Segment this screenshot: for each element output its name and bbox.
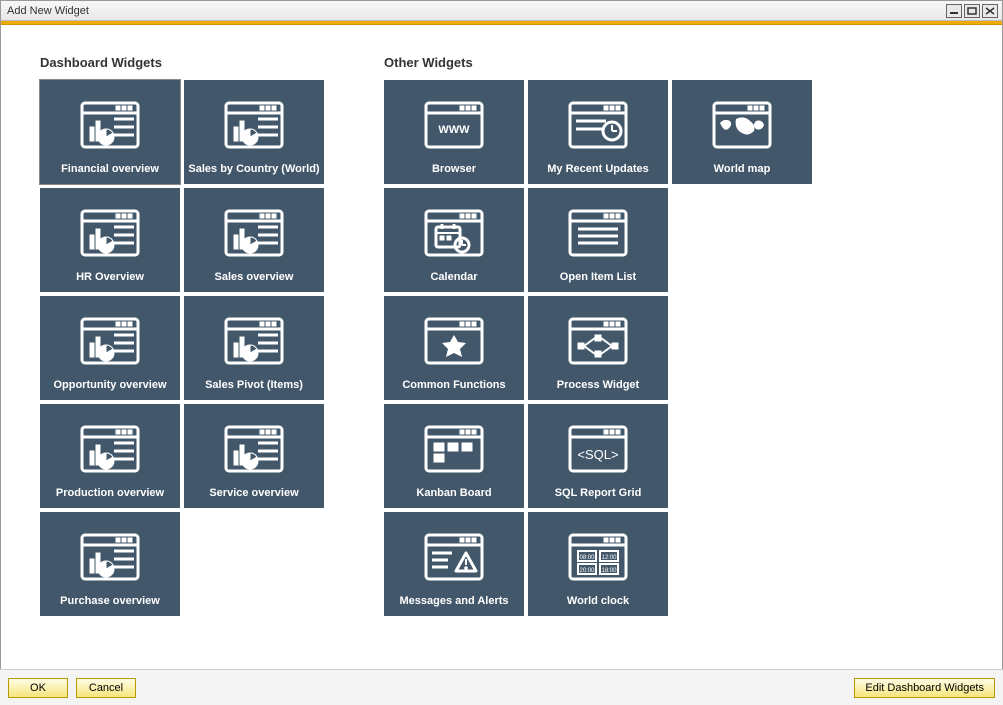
dashboard-widgets-title: Dashboard Widgets <box>40 55 324 70</box>
chart-icon <box>188 302 320 379</box>
widget-hr-overview[interactable]: HR Overview <box>40 188 180 292</box>
widget-label: Production overview <box>56 487 164 502</box>
widget-financial-overview[interactable]: Financial overview <box>40 80 180 184</box>
widget-service-overview[interactable]: Service overview <box>184 404 324 508</box>
widget-label: World map <box>714 163 771 178</box>
titlebar: Add New Widget <box>1 1 1002 21</box>
widget-label: Open Item List <box>560 271 636 286</box>
alert-icon <box>388 518 520 595</box>
widget-kanban[interactable]: Kanban Board <box>384 404 524 508</box>
clock-icon <box>532 518 664 595</box>
widget-label: Browser <box>432 163 476 178</box>
widget-sales-pivot[interactable]: Sales Pivot (Items) <box>184 296 324 400</box>
chart-icon <box>188 410 320 487</box>
process-icon <box>532 302 664 379</box>
close-button[interactable] <box>982 4 998 18</box>
other-widgets-title: Other Widgets <box>384 55 812 70</box>
window-title: Add New Widget <box>5 5 944 17</box>
chart-icon <box>44 518 176 595</box>
widget-label: World clock <box>567 595 629 610</box>
widget-production-overview[interactable]: Production overview <box>40 404 180 508</box>
widget-label: Process Widget <box>557 379 639 394</box>
list-icon <box>532 194 664 271</box>
chart-icon <box>188 86 320 163</box>
widget-browser[interactable]: Browser <box>384 80 524 184</box>
widget-label: SQL Report Grid <box>555 487 642 502</box>
chart-icon <box>44 410 176 487</box>
widget-purchase-overview[interactable]: Purchase overview <box>40 512 180 616</box>
widget-label: Purchase overview <box>60 595 160 610</box>
widget-recent-updates[interactable]: My Recent Updates <box>528 80 668 184</box>
widget-label: Financial overview <box>61 163 159 178</box>
widget-label: Opportunity overview <box>53 379 166 394</box>
ok-button[interactable]: OK <box>8 678 68 698</box>
widget-label: Service overview <box>209 487 298 502</box>
widget-label: Calendar <box>430 271 477 286</box>
widget-label: Common Functions <box>402 379 505 394</box>
chart-icon <box>44 86 176 163</box>
widget-label: Sales Pivot (Items) <box>205 379 303 394</box>
widget-calendar[interactable]: Calendar <box>384 188 524 292</box>
recent-icon <box>532 86 664 163</box>
widget-sql-report[interactable]: SQL Report Grid <box>528 404 668 508</box>
widget-label: Messages and Alerts <box>399 595 508 610</box>
widget-messages-alerts[interactable]: Messages and Alerts <box>384 512 524 616</box>
widget-label: Sales overview <box>215 271 294 286</box>
widget-label: My Recent Updates <box>547 163 648 178</box>
star-icon <box>388 302 520 379</box>
widget-sales-overview[interactable]: Sales overview <box>184 188 324 292</box>
widget-open-item-list[interactable]: Open Item List <box>528 188 668 292</box>
dashboard-widgets-section: Dashboard Widgets Financial overview Sal… <box>40 55 324 616</box>
other-widgets-section: Other Widgets Browser My Recent Updates … <box>384 55 812 616</box>
widget-world-map[interactable]: World map <box>672 80 812 184</box>
widget-label: Sales by Country (World) <box>188 163 319 178</box>
widget-label: Kanban Board <box>416 487 491 502</box>
sql-icon <box>532 410 664 487</box>
footer: OK Cancel Edit Dashboard Widgets <box>0 669 1003 705</box>
widget-common-functions[interactable]: Common Functions <box>384 296 524 400</box>
widget-label: HR Overview <box>76 271 144 286</box>
browser-icon <box>388 86 520 163</box>
widget-world-clock[interactable]: World clock <box>528 512 668 616</box>
edit-dashboard-widgets-button[interactable]: Edit Dashboard Widgets <box>854 678 995 698</box>
kanban-icon <box>388 410 520 487</box>
cancel-button[interactable]: Cancel <box>76 678 136 698</box>
maximize-button[interactable] <box>964 4 980 18</box>
widget-opportunity-overview[interactable]: Opportunity overview <box>40 296 180 400</box>
minimize-button[interactable] <box>946 4 962 18</box>
chart-icon <box>44 194 176 271</box>
widget-sales-by-country[interactable]: Sales by Country (World) <box>184 80 324 184</box>
chart-icon <box>44 302 176 379</box>
calendar-icon <box>388 194 520 271</box>
widget-process[interactable]: Process Widget <box>528 296 668 400</box>
world-map-icon <box>676 86 808 163</box>
chart-icon <box>188 194 320 271</box>
